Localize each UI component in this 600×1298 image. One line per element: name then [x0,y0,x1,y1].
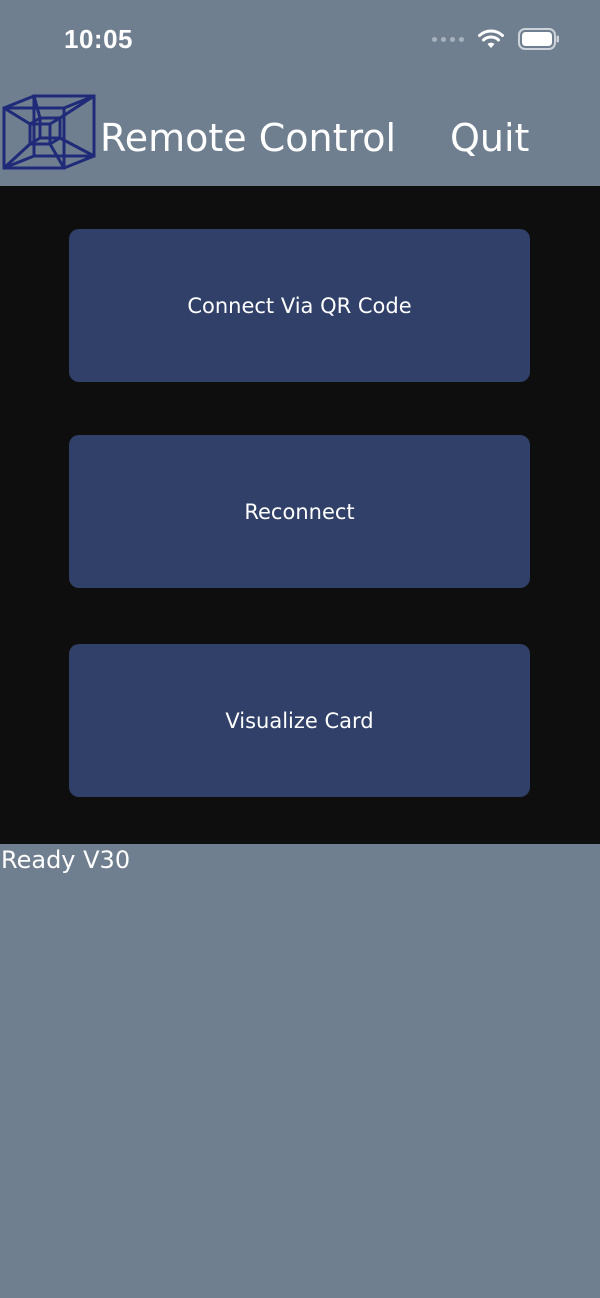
status-bar: 10:05 [0,0,600,80]
page-title: Remote Control [100,116,397,160]
status-time: 10:05 [64,24,133,54]
signal-dots-icon [432,36,464,42]
actions-panel: Connect Via QR Code Reconnect Visualize … [0,186,600,844]
visualize-card-button[interactable]: Visualize Card [69,644,530,797]
connect-qr-button[interactable]: Connect Via QR Code [69,229,530,382]
quit-button[interactable]: Quit [450,114,529,162]
wireframe-tesseract-logo-icon [2,94,96,170]
status-icons [432,28,560,50]
wifi-icon [478,29,504,48]
reconnect-button[interactable]: Reconnect [69,435,530,588]
battery-icon [518,28,559,50]
header: Remote Control Quit [0,80,600,186]
status-text: Ready V30 [1,846,131,874]
